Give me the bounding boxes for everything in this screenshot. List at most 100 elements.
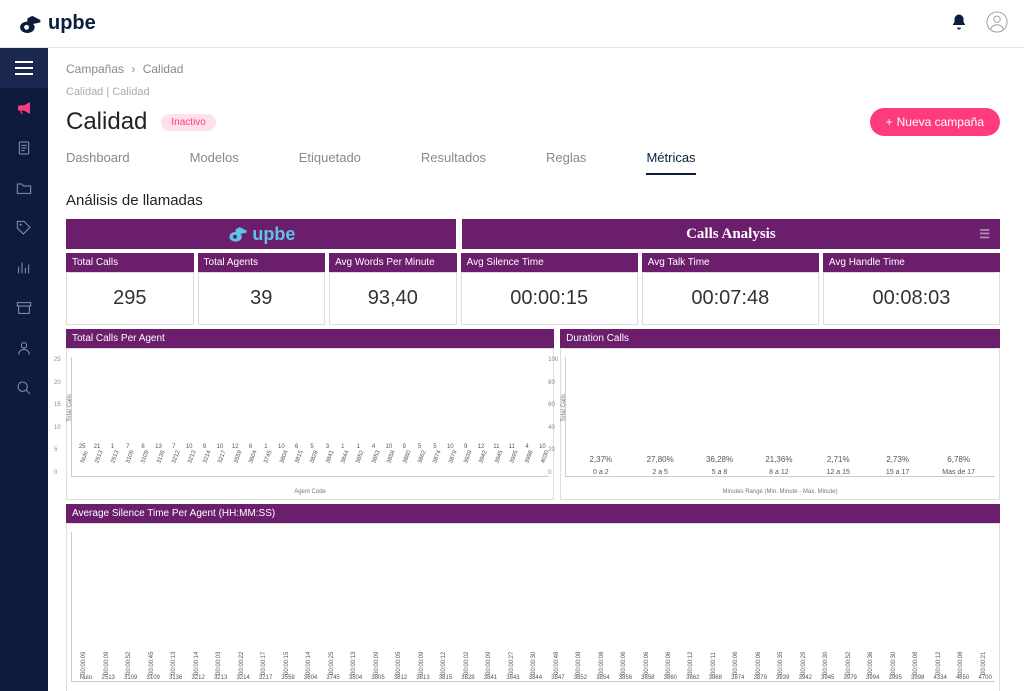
bar-item: 00:00:084650 [953, 673, 972, 681]
stat-label: Avg Silence Time [461, 253, 638, 272]
bar-item: 00:00:223214 [233, 673, 252, 681]
bar-item: 36,28%5 a 8 [705, 467, 734, 476]
brand-text: upbe [48, 12, 96, 35]
whistle-icon [226, 226, 248, 242]
tab-modelos[interactable]: Modelos [190, 150, 239, 175]
bar-item: 00:00:083998 [908, 673, 927, 681]
bar-item: 00:00:063856 [616, 673, 635, 681]
bar-item: 00:00:063860 [661, 673, 680, 681]
bar-item: 6,78%Mas de 17 [942, 467, 975, 476]
bar-item: 00:00:273843 [503, 673, 522, 681]
bar-item: 00:00:063879 [751, 673, 770, 681]
stat-value: 39 [198, 272, 326, 325]
chart-duration-title: Duration Calls [560, 329, 1000, 348]
bar-item: 00:00:143212 [188, 673, 207, 681]
nav-document-icon[interactable] [0, 128, 48, 168]
stat-label: Total Calls [66, 253, 194, 272]
nav-tag-icon[interactable] [0, 208, 48, 248]
bar-item: 00:00:053812 [391, 673, 410, 681]
bar-item: 00:00:124334 [930, 673, 949, 681]
bar-item: 00:00:123815 [436, 673, 455, 681]
top-header: upbe [0, 0, 1024, 48]
bar-item: 00:00:093805 [368, 673, 387, 681]
stat-label: Avg Talk Time [642, 253, 819, 272]
stat-value: 295 [66, 272, 194, 325]
dashboard-header-left: upbe [66, 219, 456, 249]
bar-item: 00:00:303945 [818, 673, 837, 681]
bar-item: 00:00:153559 [278, 673, 297, 681]
bar-item: 25Nulo [76, 454, 88, 476]
bar-item: 21,36%8 a 12 [764, 467, 793, 476]
bar-item: 2,71%12 a 15 [824, 467, 853, 476]
breadcrumb-level2: Calidad [143, 62, 184, 76]
bar-item: 00:00:523109 [121, 673, 140, 681]
tab-reglas[interactable]: Reglas [546, 150, 586, 175]
menu-toggle-icon[interactable] [0, 48, 48, 88]
plus-icon: + [886, 115, 893, 129]
nav-search-icon[interactable] [0, 368, 48, 408]
stat-label: Avg Words Per Minute [329, 253, 457, 272]
brand-logo[interactable]: upbe [16, 12, 96, 35]
tabs: Dashboard Modelos Etiquetado Resultados Regl… [66, 150, 1000, 176]
bar-item: 00:00:023828 [458, 673, 477, 681]
bar-item: 00:00:303995 [885, 673, 904, 681]
chevron-right-icon: › [131, 62, 135, 76]
stat-value: 00:08:03 [823, 272, 1000, 325]
panel-menu-icon[interactable]: ☰ [979, 227, 990, 242]
sidebar [0, 48, 48, 691]
whistle-icon [16, 15, 42, 33]
bar-item: 00:00:093841 [481, 673, 500, 681]
tab-etiquetado[interactable]: Etiquetado [299, 150, 361, 175]
bar-item: 00:00:214700 [975, 673, 994, 681]
nav-folder-icon[interactable] [0, 168, 48, 208]
bar-item: 00:00:173217 [256, 673, 275, 681]
bar-item: 00:00:113868 [706, 673, 725, 681]
bar-item: 00:00:253745 [323, 673, 342, 681]
bar-item: 2,37%0 a 2 [586, 467, 615, 476]
tab-dashboard[interactable]: Dashboard [66, 150, 130, 175]
notifications-icon[interactable] [950, 13, 968, 34]
section-title: Análisis de llamadas [66, 192, 1000, 209]
nav-chart-icon[interactable] [0, 248, 48, 288]
stat-value: 93,40 [329, 272, 457, 325]
nav-archive-icon[interactable] [0, 288, 48, 328]
bar-item: 00:00:123862 [683, 673, 702, 681]
stat-value: 00:07:48 [642, 272, 819, 325]
bar-item: 00:00:523979 [840, 673, 859, 681]
bar-item: 00:00:09Nulo [76, 673, 95, 681]
bar-item: 00:00:363994 [863, 673, 882, 681]
bar-item: 00:00:133136 [166, 673, 185, 681]
stat-value: 00:00:15 [461, 272, 638, 325]
bar-item: 00:00:133804 [346, 673, 365, 681]
user-avatar-icon[interactable] [986, 11, 1008, 36]
nav-user-icon[interactable] [0, 328, 48, 368]
chart-silence-title: Average Silence Time Per Agent (HH:MM:SS… [66, 504, 1000, 523]
dashboard-header-right: Calls Analysis ☰ [462, 219, 1000, 249]
chart-duration: 100806040200 Total Calls 2,37%0 a 227,80… [560, 348, 1000, 500]
bar-item: 00:00:083852 [571, 673, 590, 681]
breadcrumb-level1[interactable]: Campañas [66, 62, 124, 76]
bar-item: 00:00:303844 [526, 673, 545, 681]
bar-item: 00:00:033213 [211, 673, 230, 681]
campaigns-icon[interactable] [0, 88, 48, 128]
bar-item: 00:00:063858 [638, 673, 657, 681]
chart-calls-per-agent-title: Total Calls Per Agent [66, 329, 554, 348]
tab-métricas[interactable]: Métricas [646, 150, 695, 175]
bar-item: 00:00:063874 [728, 673, 747, 681]
chart-calls-per-agent: 2520151050 Total Calls 25Nulo21251312513… [66, 348, 554, 500]
stat-box: Total Calls295 [66, 253, 194, 325]
bar-item: 00:00:092513 [98, 673, 117, 681]
sub-breadcrumb: Calidad | Calidad [66, 86, 1000, 98]
tab-resultados[interactable]: Resultados [421, 150, 486, 175]
status-badge: Inactivo [161, 114, 215, 131]
breadcrumb: Campañas › Calidad [66, 62, 1000, 76]
bar-item: 00:00:083854 [593, 673, 612, 681]
stat-label: Avg Handle Time [823, 253, 1000, 272]
new-campaign-button[interactable]: + Nueva campaña [870, 108, 1000, 136]
stat-box: Avg Talk Time00:07:48 [642, 253, 819, 325]
bar-item: 00:00:293942 [796, 673, 815, 681]
stats-row: Total Calls295Total Agents39Avg Words Pe… [66, 253, 1000, 325]
bar-item: 00:00:143604 [301, 673, 320, 681]
stat-label: Total Agents [198, 253, 326, 272]
stat-box: Total Agents39 [198, 253, 326, 325]
